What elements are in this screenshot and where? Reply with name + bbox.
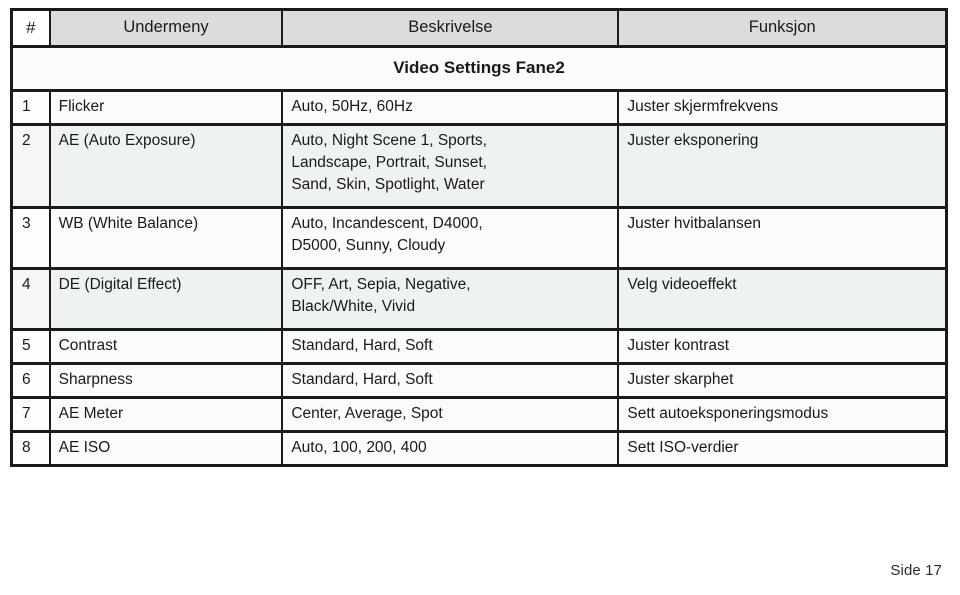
row-submenu: WB (White Balance) <box>48 206 284 271</box>
column-header-number: # <box>10 8 51 49</box>
page-number-label: Side 17 <box>890 562 942 579</box>
column-header-undermeny: Undermeny <box>48 8 284 49</box>
row-function: Juster skjermfrekvens <box>617 89 948 127</box>
section-title-row: Video Settings Fane2 <box>10 45 948 93</box>
row-number: 2 <box>10 123 51 210</box>
table-row: 5 Contrast Standard, Hard, Soft Juster k… <box>10 328 948 366</box>
column-header-beskrivelse: Beskrivelse <box>281 8 620 49</box>
row-number: 6 <box>10 362 51 400</box>
row-description: OFF, Art, Sepia, Negative, Black/White, … <box>281 267 620 332</box>
table-row: 2 AE (Auto Exposure) Auto, Night Scene 1… <box>10 123 948 210</box>
row-number: 4 <box>10 267 51 332</box>
row-number: 3 <box>10 206 51 271</box>
row-submenu: AE ISO <box>48 430 284 468</box>
row-description: Standard, Hard, Soft <box>281 328 620 366</box>
table-row: 3 WB (White Balance) Auto, Incandescent,… <box>10 206 948 271</box>
row-submenu: Flicker <box>48 89 284 127</box>
row-function: Juster kontrast <box>617 328 948 366</box>
column-header-funksjon: Funksjon <box>617 8 948 49</box>
row-function: Juster hvitbalansen <box>617 206 948 271</box>
row-submenu: Contrast <box>48 328 284 366</box>
table-row: 7 AE Meter Center, Average, Spot Sett au… <box>10 396 948 434</box>
row-description: Standard, Hard, Soft <box>281 362 620 400</box>
row-submenu: Sharpness <box>48 362 284 400</box>
section-title: Video Settings Fane2 <box>10 45 948 93</box>
row-description: Auto, 100, 200, 400 <box>281 430 620 468</box>
table-row: 1 Flicker Auto, 50Hz, 60Hz Juster skjerm… <box>10 89 948 127</box>
row-function: Juster skarphet <box>617 362 948 400</box>
row-submenu: AE Meter <box>48 396 284 434</box>
table-row: 4 DE (Digital Effect) OFF, Art, Sepia, N… <box>10 267 948 332</box>
row-function: Sett ISO-verdier <box>617 430 948 468</box>
row-number: 7 <box>10 396 51 434</box>
row-submenu: AE (Auto Exposure) <box>48 123 284 210</box>
video-settings-table-wrapper: # Undermeny Beskrivelse Funksjon Video S… <box>10 8 948 468</box>
video-settings-table: # Undermeny Beskrivelse Funksjon Video S… <box>10 8 948 468</box>
table-row: 8 AE ISO Auto, 100, 200, 400 Sett ISO-ve… <box>10 430 948 468</box>
row-function: Sett autoeksponeringsmodus <box>617 396 948 434</box>
table-header: # Undermeny Beskrivelse Funksjon <box>10 8 948 49</box>
row-number: 1 <box>10 89 51 127</box>
row-description: Auto, 50Hz, 60Hz <box>281 89 620 127</box>
row-description: Center, Average, Spot <box>281 396 620 434</box>
table-body: Video Settings Fane2 1 Flicker Auto, 50H… <box>10 45 948 468</box>
row-description: Auto, Night Scene 1, Sports, Landscape, … <box>281 123 620 210</box>
table-header-row: # Undermeny Beskrivelse Funksjon <box>10 8 948 49</box>
row-submenu: DE (Digital Effect) <box>48 267 284 332</box>
row-number: 5 <box>10 328 51 366</box>
document-page: # Undermeny Beskrivelse Funksjon Video S… <box>0 0 960 595</box>
row-function: Velg videoeffekt <box>617 267 948 332</box>
table-row: 6 Sharpness Standard, Hard, Soft Juster … <box>10 362 948 400</box>
row-description: Auto, Incandescent, D4000, D5000, Sunny,… <box>281 206 620 271</box>
row-function: Juster eksponering <box>617 123 948 210</box>
row-number: 8 <box>10 430 51 468</box>
